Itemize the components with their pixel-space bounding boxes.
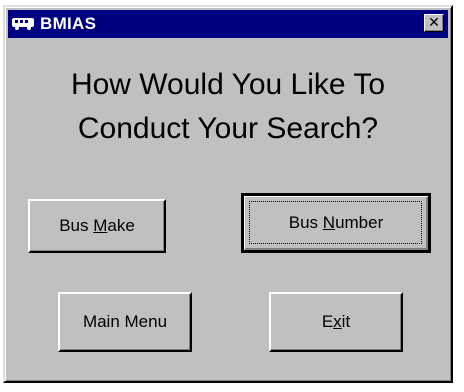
close-icon: ✕ — [428, 15, 440, 31]
bus-number-label: Bus Number — [288, 213, 384, 232]
prompt-heading-line-1: How Would You Like To — [70, 68, 386, 101]
bus-icon — [12, 18, 34, 30]
main-menu-button[interactable]: Main Menu — [58, 292, 192, 352]
dialog-window: BMIAS ✕ How Would You Like To Conduct Yo… — [3, 5, 453, 383]
window-title: BMIAS — [40, 14, 97, 33]
bus-make-label: Bus Make — [59, 216, 135, 235]
exit-button[interactable]: Exit — [269, 292, 403, 352]
bus-number-button[interactable]: Bus Number — [241, 193, 431, 253]
close-button[interactable]: ✕ — [424, 14, 444, 32]
main-menu-label: Main Menu — [82, 312, 168, 331]
prompt-heading-line-2: Conduct Your Search? — [77, 112, 379, 145]
title-bar[interactable]: BMIAS ✕ — [8, 10, 448, 38]
exit-label: Exit — [321, 312, 351, 331]
bus-make-button[interactable]: Bus Make — [28, 199, 166, 253]
